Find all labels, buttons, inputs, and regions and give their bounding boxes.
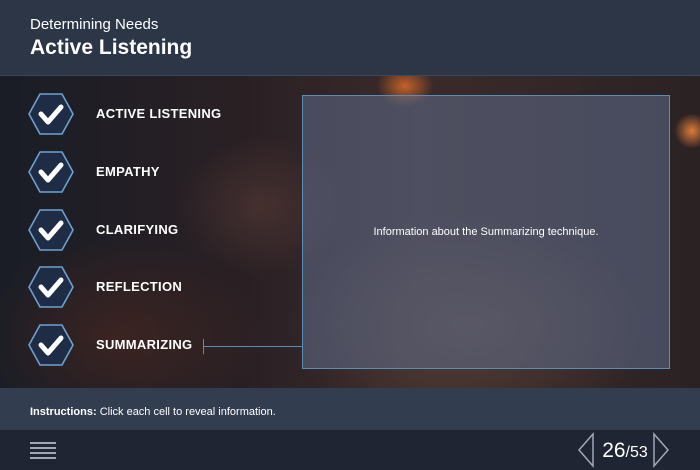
check-icon xyxy=(28,209,74,251)
slide-header: Determining Needs Active Listening xyxy=(0,0,700,76)
item-cell[interactable]: REFLECTION xyxy=(28,265,288,309)
check-icon xyxy=(28,151,74,193)
item-cell[interactable]: EMPATHY xyxy=(28,150,288,194)
check-icon xyxy=(28,266,74,308)
info-panel: Information about the Summarizing techni… xyxy=(302,95,670,369)
instructions-label: Instructions: xyxy=(30,406,97,418)
check-icon xyxy=(28,93,74,135)
footer-bar: 26/53 xyxy=(0,430,700,470)
instructions-text: Click each cell to reveal information. xyxy=(99,406,276,418)
item-label: CLARIFYING xyxy=(96,222,179,237)
instructions: Instructions: Click each cell to reveal … xyxy=(30,406,276,418)
item-label: ACTIVE LISTENING xyxy=(96,106,222,121)
current-page: 26 xyxy=(602,439,626,462)
item-cell[interactable]: ACTIVE LISTENING xyxy=(28,92,288,136)
page-counter: 26/53 xyxy=(598,439,652,463)
check-icon xyxy=(28,324,74,366)
item-cell[interactable]: SUMMARIZING xyxy=(28,323,288,367)
instructions-bar: Instructions: Click each cell to reveal … xyxy=(0,388,700,430)
slide-title: Active Listening xyxy=(30,36,193,59)
content-stage: ACTIVE LISTENING EMPATHY CLARIFYING REFLECT… xyxy=(0,76,700,388)
item-label: SUMMARIZING xyxy=(96,337,193,352)
item-cell[interactable]: CLARIFYING xyxy=(28,208,288,252)
chevron-left-icon[interactable] xyxy=(576,432,596,468)
slide-subtitle: Determining Needs xyxy=(30,16,159,33)
info-text: Information about the Summarizing techni… xyxy=(373,226,599,238)
hamburger-menu-icon[interactable] xyxy=(30,439,56,463)
item-label: EMPATHY xyxy=(96,164,160,179)
item-label: REFLECTION xyxy=(96,279,183,294)
chevron-right-icon[interactable] xyxy=(651,432,671,468)
connector-line xyxy=(203,346,302,347)
total-pages: 53 xyxy=(630,444,648,461)
